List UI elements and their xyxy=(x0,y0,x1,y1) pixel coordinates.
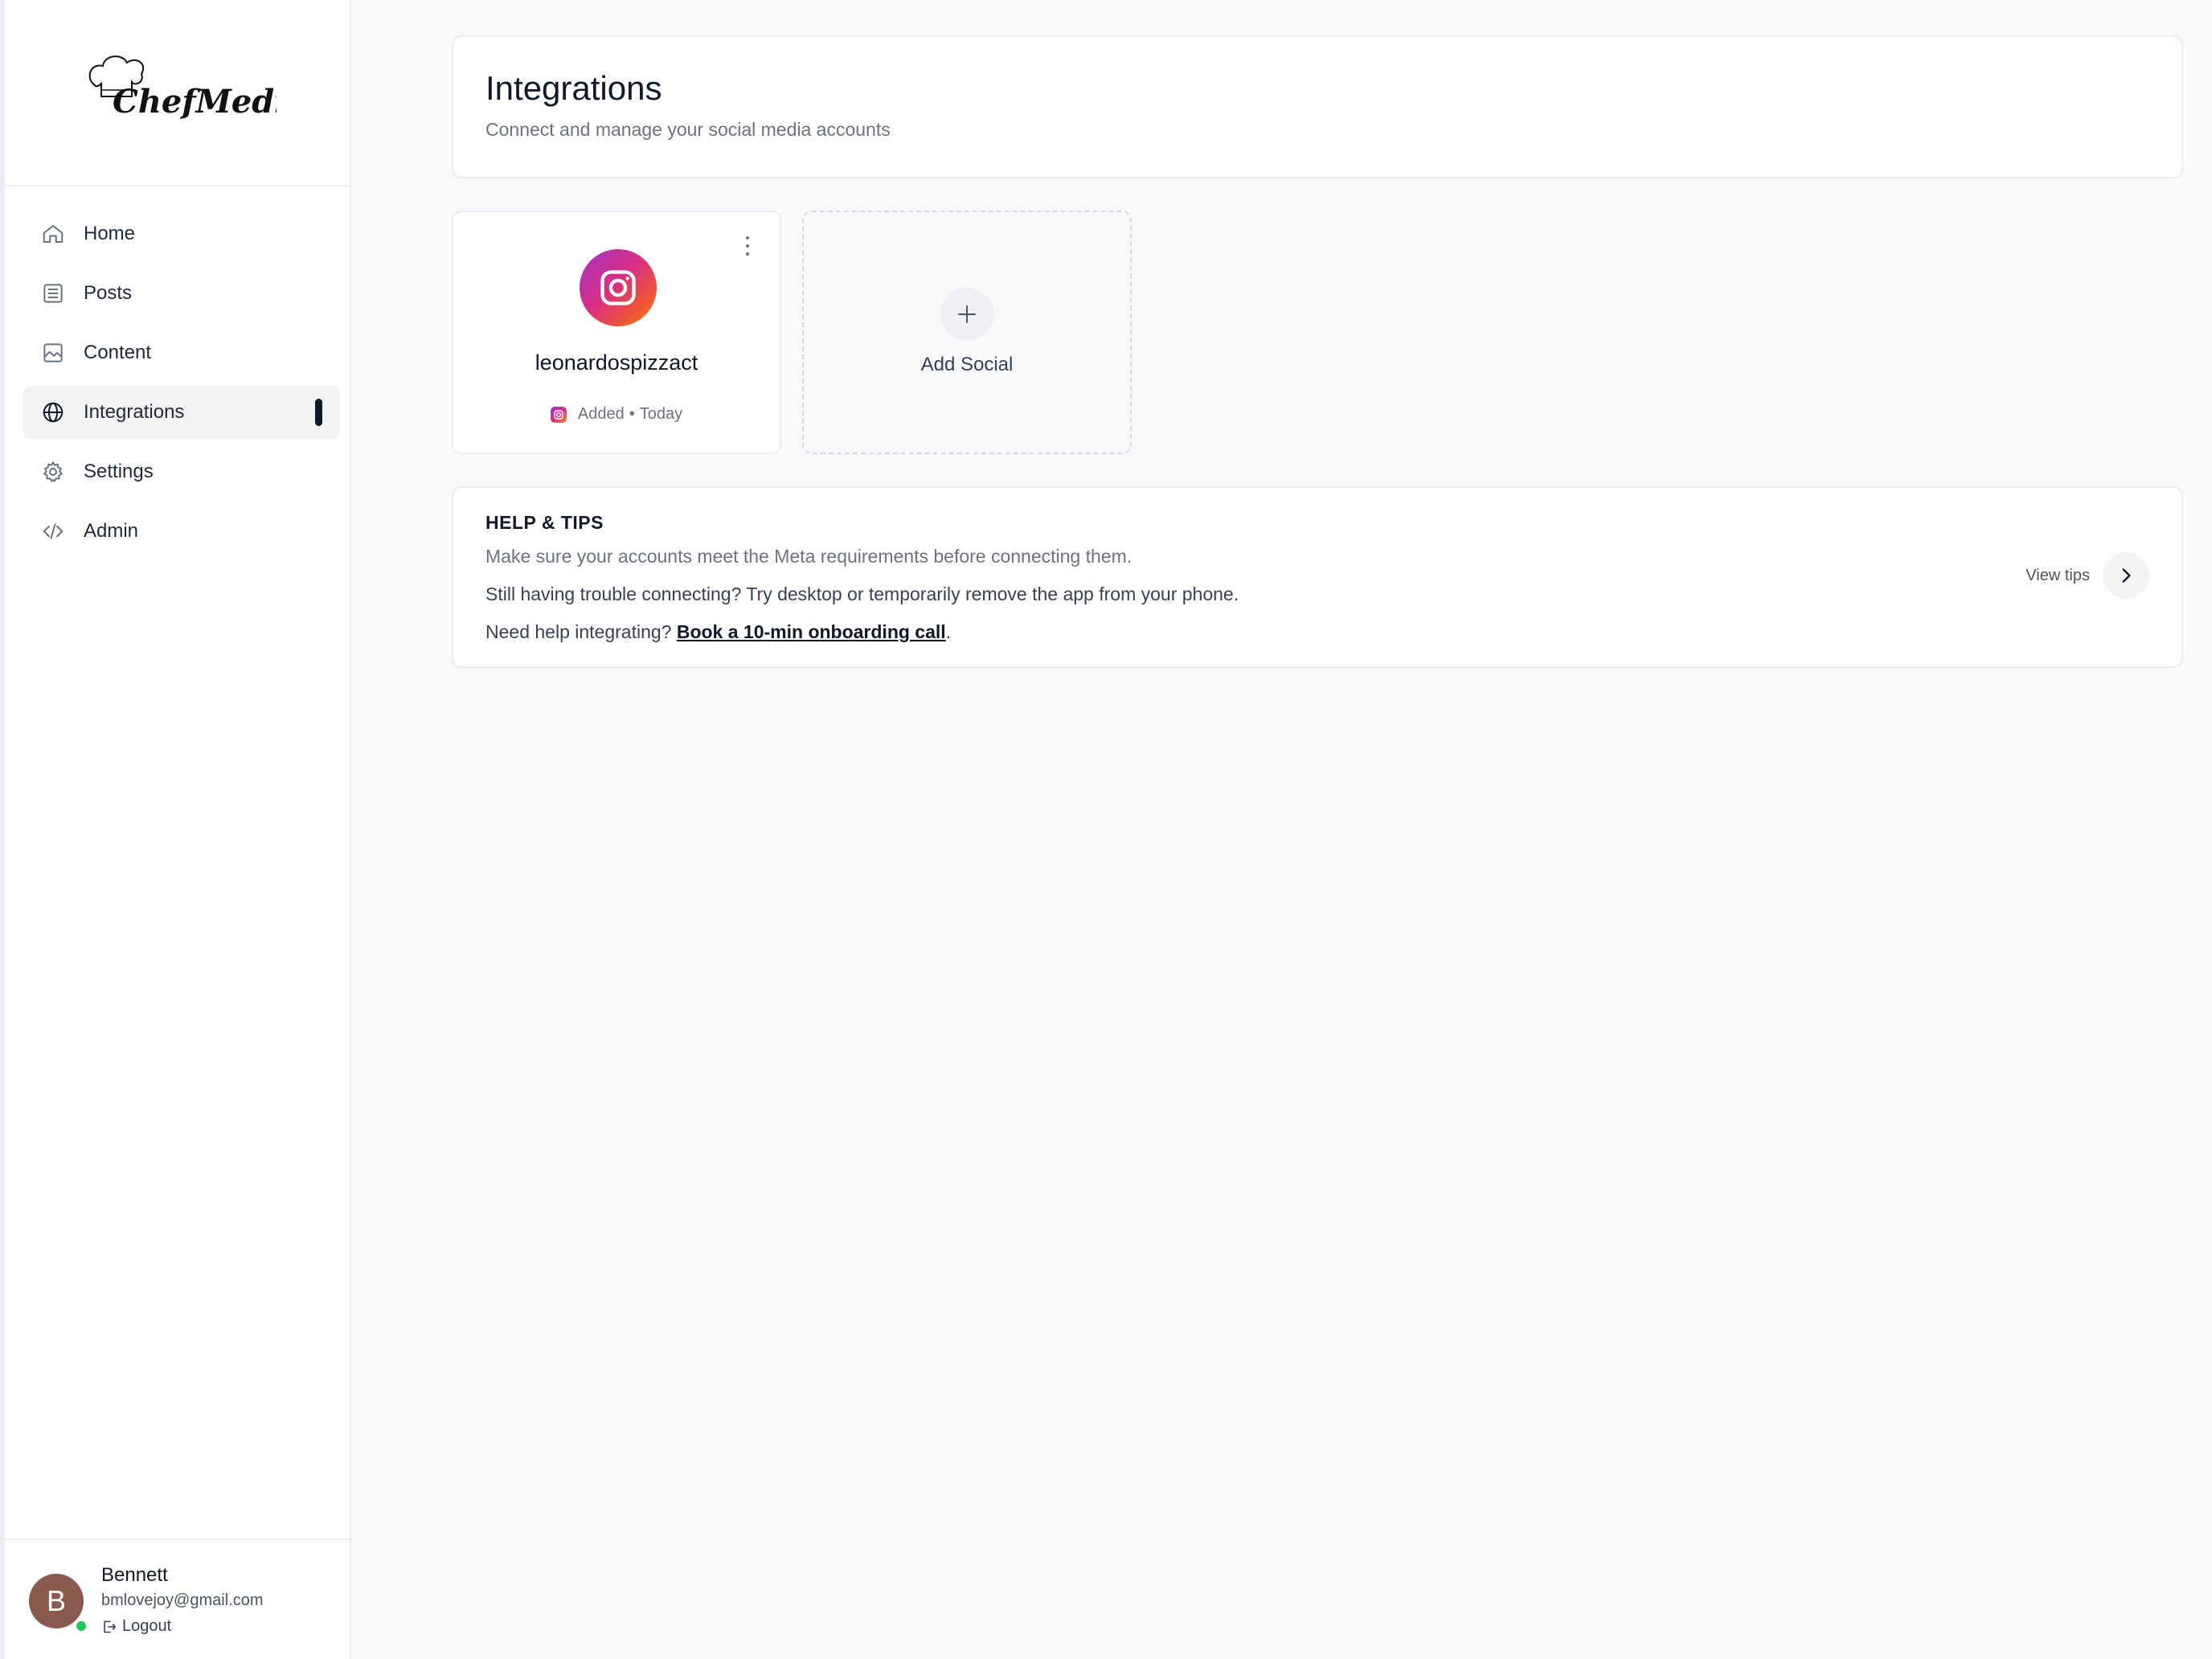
sidebar-item-home[interactable]: Home xyxy=(23,207,340,260)
sidebar-item-label: Home xyxy=(84,223,136,244)
help-onboarding-suffix: . xyxy=(945,621,952,642)
chevron-right-icon xyxy=(2103,552,2149,599)
sidebar-item-integrations[interactable]: Integrations xyxy=(23,386,340,439)
gear-icon xyxy=(40,459,66,485)
app-root: ChefMedia Home Posts Content xyxy=(0,0,2212,1659)
sidebar-item-label: Content xyxy=(84,342,152,363)
svg-text:ChefMedia: ChefMedia xyxy=(113,83,276,121)
book-onboarding-call-link[interactable]: Book a 10-min onboarding call xyxy=(677,621,946,642)
active-indicator xyxy=(315,399,322,426)
logout-button[interactable]: Logout xyxy=(101,1617,171,1636)
user-email: bmlovejoy@gmail.com xyxy=(101,1591,264,1609)
sidebar-item-admin[interactable]: Admin xyxy=(23,505,340,558)
sidebar-item-posts[interactable]: Posts xyxy=(23,267,340,320)
sidebar-item-label: Admin xyxy=(84,520,139,542)
user-profile: B Bennett bmlovejoy@gmail.com Logout xyxy=(5,1538,351,1659)
instagram-icon xyxy=(580,249,657,326)
plus-icon xyxy=(940,288,993,341)
help-text-onboarding: Need help integrating? Book a 10-min onb… xyxy=(485,621,951,643)
add-social-label: Add Social xyxy=(920,354,1014,375)
sidebar: ChefMedia Home Posts Content xyxy=(0,0,351,1659)
home-icon xyxy=(40,221,66,247)
logo[interactable]: ChefMedia xyxy=(5,0,351,186)
logout-label: Logout xyxy=(122,1617,172,1635)
sidebar-item-label: Integrations xyxy=(84,401,185,423)
view-tips-button[interactable]: View tips xyxy=(2026,552,2149,599)
logout-icon xyxy=(104,1620,117,1632)
account-added-status: Added • Today xyxy=(453,405,780,424)
page-header: Integrations Connect and manage your soc… xyxy=(452,35,2183,178)
sidebar-item-content[interactable]: Content xyxy=(23,326,340,379)
help-text-troubleshooting: Still having trouble connecting? Try des… xyxy=(485,584,1239,604)
sidebar-nav: Home Posts Content Integrations Settings… xyxy=(23,207,340,564)
online-status-indicator xyxy=(74,1619,88,1633)
instagram-small-icon xyxy=(550,406,567,423)
account-username: leonardospizzact xyxy=(535,350,698,375)
page-title: Integrations xyxy=(485,69,662,107)
add-social-button[interactable]: Add Social xyxy=(802,211,1132,454)
separator-dot: • xyxy=(629,405,635,423)
sidebar-item-label: Settings xyxy=(84,461,154,482)
help-onboarding-prefix: Need help integrating? xyxy=(485,621,677,642)
globe-icon xyxy=(40,399,66,425)
code-icon xyxy=(40,518,66,544)
added-date: Today xyxy=(639,405,683,423)
help-tips-panel: HELP & TIPS Make sure your accounts meet… xyxy=(452,486,2183,668)
user-name: Bennett xyxy=(101,1564,168,1586)
account-card[interactable]: leonardospizzact Added • Today xyxy=(452,211,781,454)
view-tips-label: View tips xyxy=(2026,566,2090,584)
added-label: Added xyxy=(577,405,625,423)
image-icon xyxy=(40,340,66,366)
list-icon xyxy=(40,281,66,306)
chef-hat-logo-icon: ChefMedia xyxy=(88,55,276,121)
page-subtitle: Connect and manage your social media acc… xyxy=(485,119,891,140)
help-title: HELP & TIPS xyxy=(485,512,604,533)
sidebar-item-label: Posts xyxy=(84,282,133,304)
help-text-requirements: Make sure your accounts meet the Meta re… xyxy=(485,546,1133,567)
more-options-icon[interactable] xyxy=(743,236,752,256)
sidebar-item-settings[interactable]: Settings xyxy=(23,445,340,498)
